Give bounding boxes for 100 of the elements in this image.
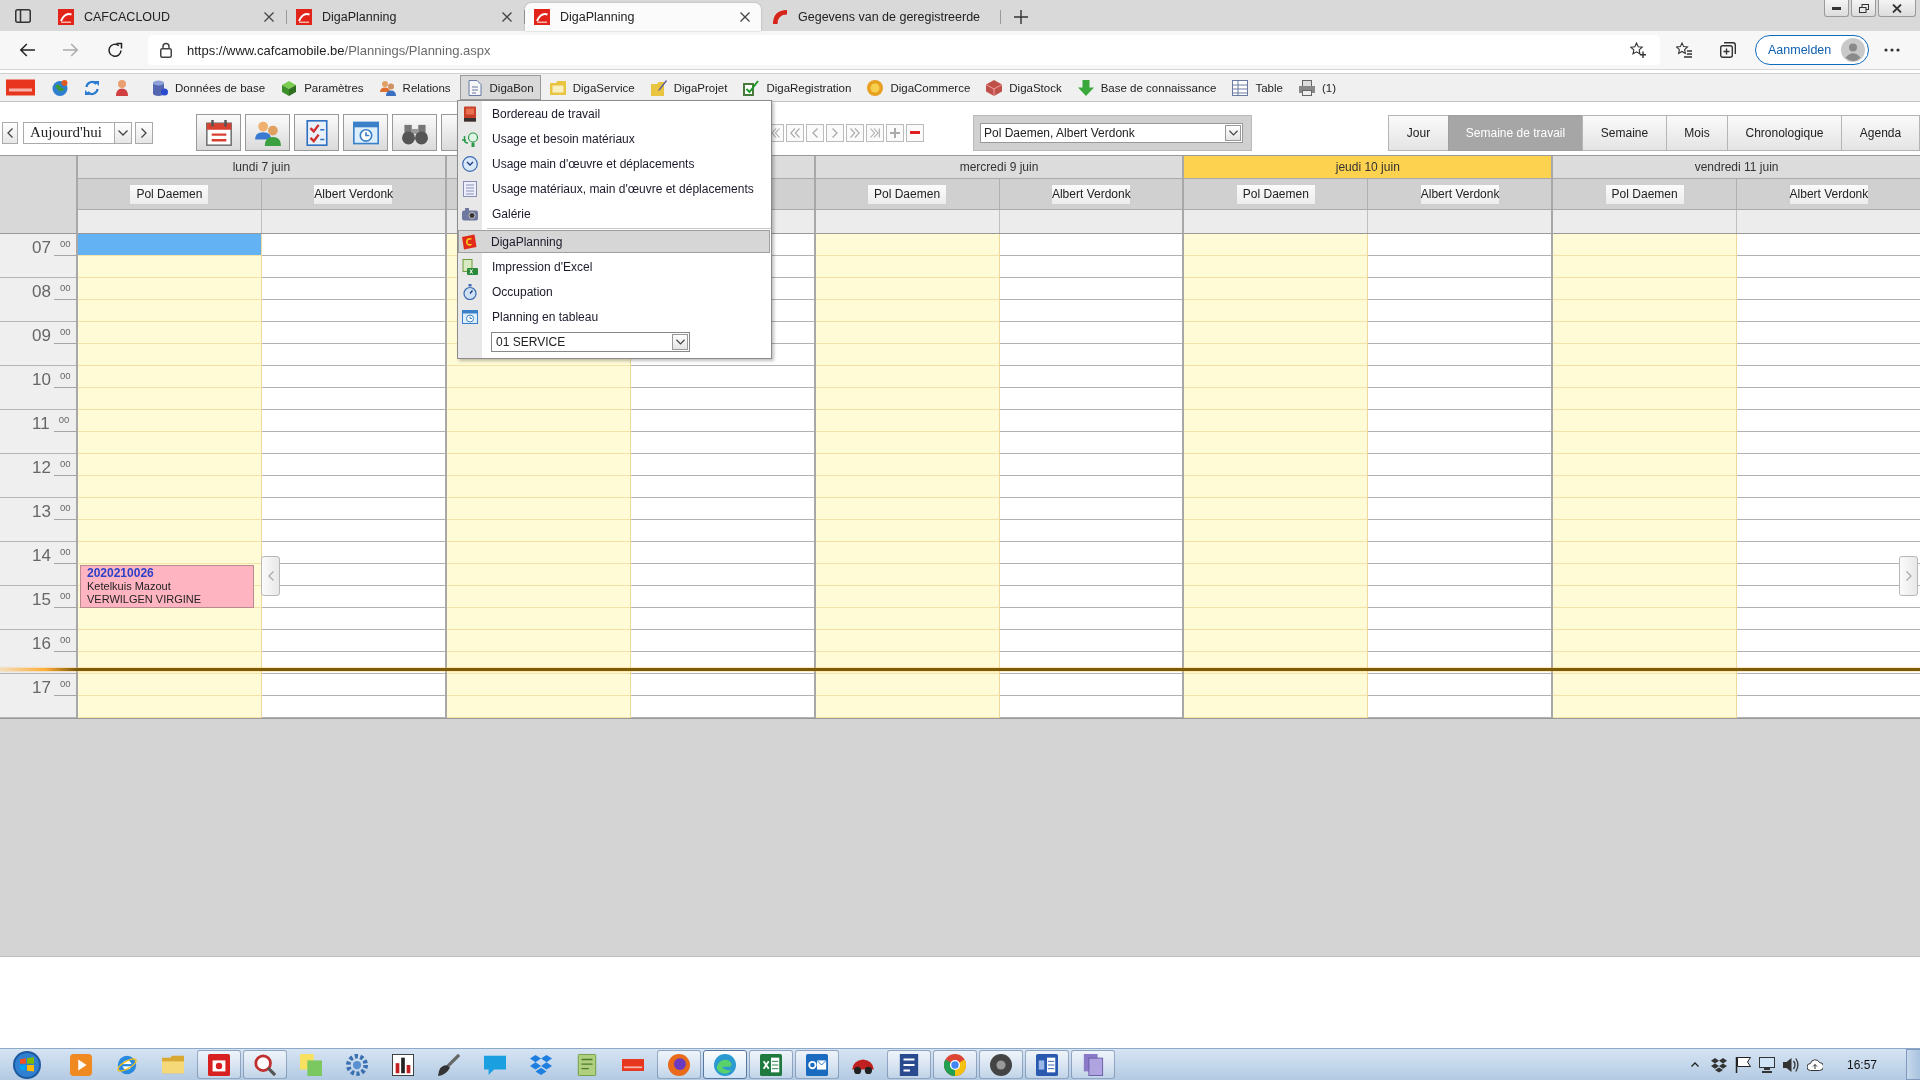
menu-bar-item[interactable]: DigaRegistration xyxy=(736,75,859,100)
menu-item[interactable]: Planning en tableau xyxy=(458,304,771,329)
chevron-right-icon xyxy=(1905,571,1912,581)
all-day-cell[interactable] xyxy=(1553,210,1737,233)
restore-icon xyxy=(1858,3,1869,13)
menu-bar-item[interactable]: Base de connaissance xyxy=(1070,75,1224,100)
resource-button[interactable]: Pol Daemen xyxy=(129,183,210,205)
appointment-card[interactable]: 2020210026 Ketelkuis Mazout VERWILGEN VIRGINE xyxy=(80,565,254,608)
close-window-button[interactable] xyxy=(1878,0,1916,17)
period-select[interactable]: Aujourd'hui xyxy=(23,121,132,144)
browser-tab[interactable]: DigaPlanning xyxy=(525,3,761,31)
next-button[interactable] xyxy=(135,121,153,144)
resource-button[interactable]: Pol Daemen xyxy=(1604,183,1685,205)
toolbar-button[interactable] xyxy=(196,114,241,151)
menu-bar-item[interactable]: Relations xyxy=(372,75,458,100)
checklist-icon xyxy=(743,79,760,96)
toolbar-button[interactable] xyxy=(245,114,290,151)
menu-item[interactable]: Galérie xyxy=(458,201,771,226)
clock-text[interactable]: 16:57 xyxy=(1827,1057,1897,1072)
nav-button[interactable] xyxy=(826,123,844,142)
view-tab[interactable]: Mois xyxy=(1666,114,1728,151)
all-day-cell[interactable] xyxy=(815,210,999,233)
menu-bar-item[interactable]: Paramètres xyxy=(274,75,371,100)
all-day-cell[interactable] xyxy=(998,210,1183,233)
menu-item[interactable]: Occupation xyxy=(458,279,771,304)
all-day-cell[interactable] xyxy=(260,210,445,233)
hour-label: 09 xyxy=(32,326,51,346)
globe-icon xyxy=(52,79,68,96)
service-select[interactable]: 01 SERVICE xyxy=(491,332,690,352)
stopwatch-icon xyxy=(462,283,478,300)
menu-item[interactable]: DigaPlanning xyxy=(458,230,770,253)
chevron-right-icon xyxy=(141,127,147,138)
all-day-cell[interactable] xyxy=(1736,210,1920,233)
day-header: vendredi 11 juin xyxy=(1553,156,1920,179)
folder-icon xyxy=(162,1053,184,1076)
menu-bar-item[interactable]: DigaService xyxy=(542,75,642,100)
menu-item[interactable]: Impression d'Excel xyxy=(458,254,771,279)
view-tab[interactable]: Chronologique xyxy=(1727,114,1842,151)
first-page-icon xyxy=(770,127,780,138)
day-header: lundi 7 juin xyxy=(78,156,445,179)
view-tab[interactable]: Jour xyxy=(1388,114,1449,151)
taskbar-button[interactable] xyxy=(657,1050,701,1079)
view-tab[interactable]: Semaine xyxy=(1582,114,1667,151)
taskbar-button[interactable] xyxy=(1025,1050,1069,1079)
nav-button[interactable] xyxy=(906,123,924,142)
resource-select[interactable]: Pol Daemen, Albert Verdonk xyxy=(980,122,1243,143)
disc-icon xyxy=(990,1053,1012,1076)
restore-button[interactable] xyxy=(1851,0,1876,17)
resource-button[interactable]: Albert Verdonk xyxy=(1788,183,1869,205)
menu-bar-item[interactable]: Table xyxy=(1225,75,1290,100)
menu-bar-item[interactable]: DigaStock xyxy=(979,75,1069,100)
nav-button[interactable] xyxy=(886,123,904,142)
nav-button[interactable] xyxy=(846,123,864,142)
spreadsheet-icon xyxy=(462,258,478,275)
address-field[interactable]: https://www.cafcamobile.be/Plannings/Planning.aspx xyxy=(148,35,1660,65)
taskbar-button[interactable] xyxy=(887,1050,931,1079)
menu-bar-item[interactable]: DigaCommerce xyxy=(860,75,978,100)
menu-item[interactable]: Usage et besoin matériaux xyxy=(458,126,771,151)
browser-tab[interactable]: Gegevens van de geregistreerde xyxy=(763,3,999,31)
menu-item[interactable]: Bordereau de travail xyxy=(458,101,771,126)
menu-bar-item[interactable]: Données de base xyxy=(145,75,273,100)
toolbar-button[interactable] xyxy=(392,114,437,151)
menu-bar-item[interactable]: DigaProjet xyxy=(643,75,735,100)
all-day-cell[interactable] xyxy=(78,210,261,233)
browser-icon xyxy=(116,1053,138,1076)
toolbar-button[interactable] xyxy=(294,114,339,151)
menu-item[interactable]: Usage matériaux, main d'œuvre et déplacements xyxy=(458,176,771,201)
all-day-cell[interactable] xyxy=(1367,210,1552,233)
plus-icon xyxy=(890,127,900,138)
nav-button[interactable] xyxy=(786,123,804,142)
resource-button[interactable]: Albert Verdonk xyxy=(313,183,394,205)
view-tab[interactable]: Agenda xyxy=(1841,114,1920,151)
camera-icon xyxy=(462,205,478,222)
chevron-right-icon xyxy=(832,127,838,138)
browser-icon xyxy=(944,1053,966,1076)
resource-button[interactable]: Pol Daemen xyxy=(1235,183,1316,205)
menu-bar-item[interactable]: DigaBon xyxy=(459,75,541,100)
more-icon xyxy=(1884,48,1900,52)
plug-icon xyxy=(462,130,478,147)
notebook-icon xyxy=(576,1053,598,1076)
resource-button[interactable]: Albert Verdonk xyxy=(1419,183,1500,205)
previous-button[interactable] xyxy=(2,121,18,144)
caret-down-icon xyxy=(118,129,128,136)
toolbar-button[interactable] xyxy=(343,114,388,151)
minimize-button[interactable] xyxy=(1824,0,1849,17)
resource-button[interactable]: Albert Verdonk xyxy=(1050,183,1131,205)
all-day-cell[interactable] xyxy=(1184,210,1368,233)
collections-icon xyxy=(1720,42,1736,58)
browser-tab[interactable]: CAFCACLOUD xyxy=(49,3,285,31)
resource-button[interactable]: Pol Daemen xyxy=(867,183,948,205)
minutes-label: 00 xyxy=(59,327,71,337)
day-header: mercredi 9 juin xyxy=(815,156,1183,179)
menu-item[interactable]: Usage main d'œuvre et déplacements xyxy=(458,151,771,176)
sign-in-button[interactable]: Aanmelden xyxy=(1755,35,1869,65)
taskbar-button[interactable] xyxy=(979,1050,1023,1079)
chart-icon xyxy=(392,1053,414,1076)
logo-icon xyxy=(58,9,74,25)
nav-button[interactable] xyxy=(806,123,824,142)
browser-tab[interactable]: DigaPlanning xyxy=(287,3,523,31)
menu-bar-item[interactable]: (1) xyxy=(1291,75,1343,100)
